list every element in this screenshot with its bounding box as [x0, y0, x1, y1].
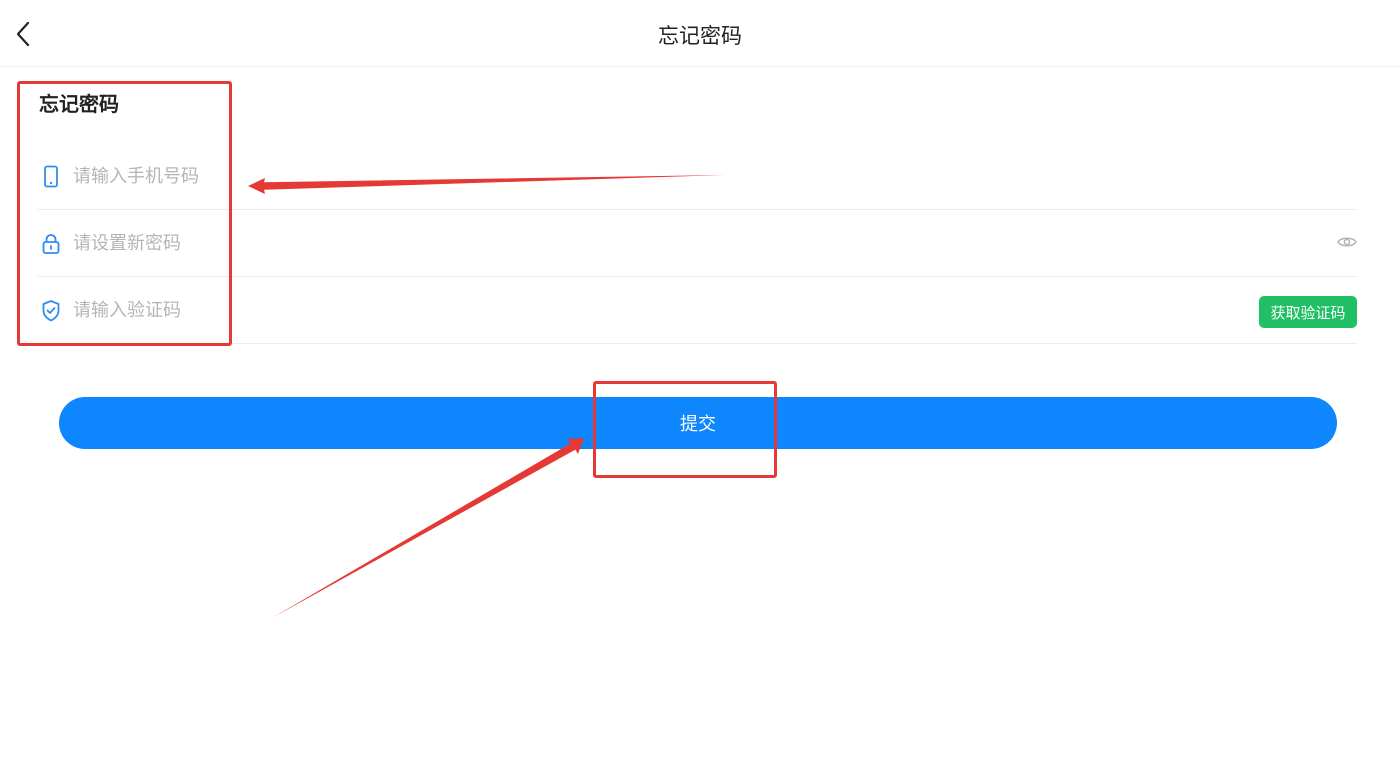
shield-check-icon [42, 300, 60, 322]
phone-field-row [37, 143, 1357, 210]
page-title: 忘记密码 [658, 24, 742, 48]
phone-icon [44, 165, 58, 188]
password-field-row [37, 210, 1357, 277]
new-password-input[interactable] [71, 222, 1075, 264]
phone-input[interactable] [71, 155, 1075, 197]
annotation-arrows [248, 175, 725, 618]
code-field-row: 获取验证码 [37, 277, 1357, 344]
top-bar: 忘记密码 [0, 0, 1400, 67]
form-title: 忘记密码 [39, 92, 119, 116]
get-code-button[interactable]: 获取验证码 [1259, 296, 1357, 328]
lock-icon [42, 234, 60, 254]
submit-button[interactable]: 提交 [59, 397, 1337, 449]
eye-icon[interactable] [1337, 234, 1357, 250]
annotation-arrow-submit [272, 438, 584, 618]
verification-code-input[interactable] [71, 289, 1075, 331]
